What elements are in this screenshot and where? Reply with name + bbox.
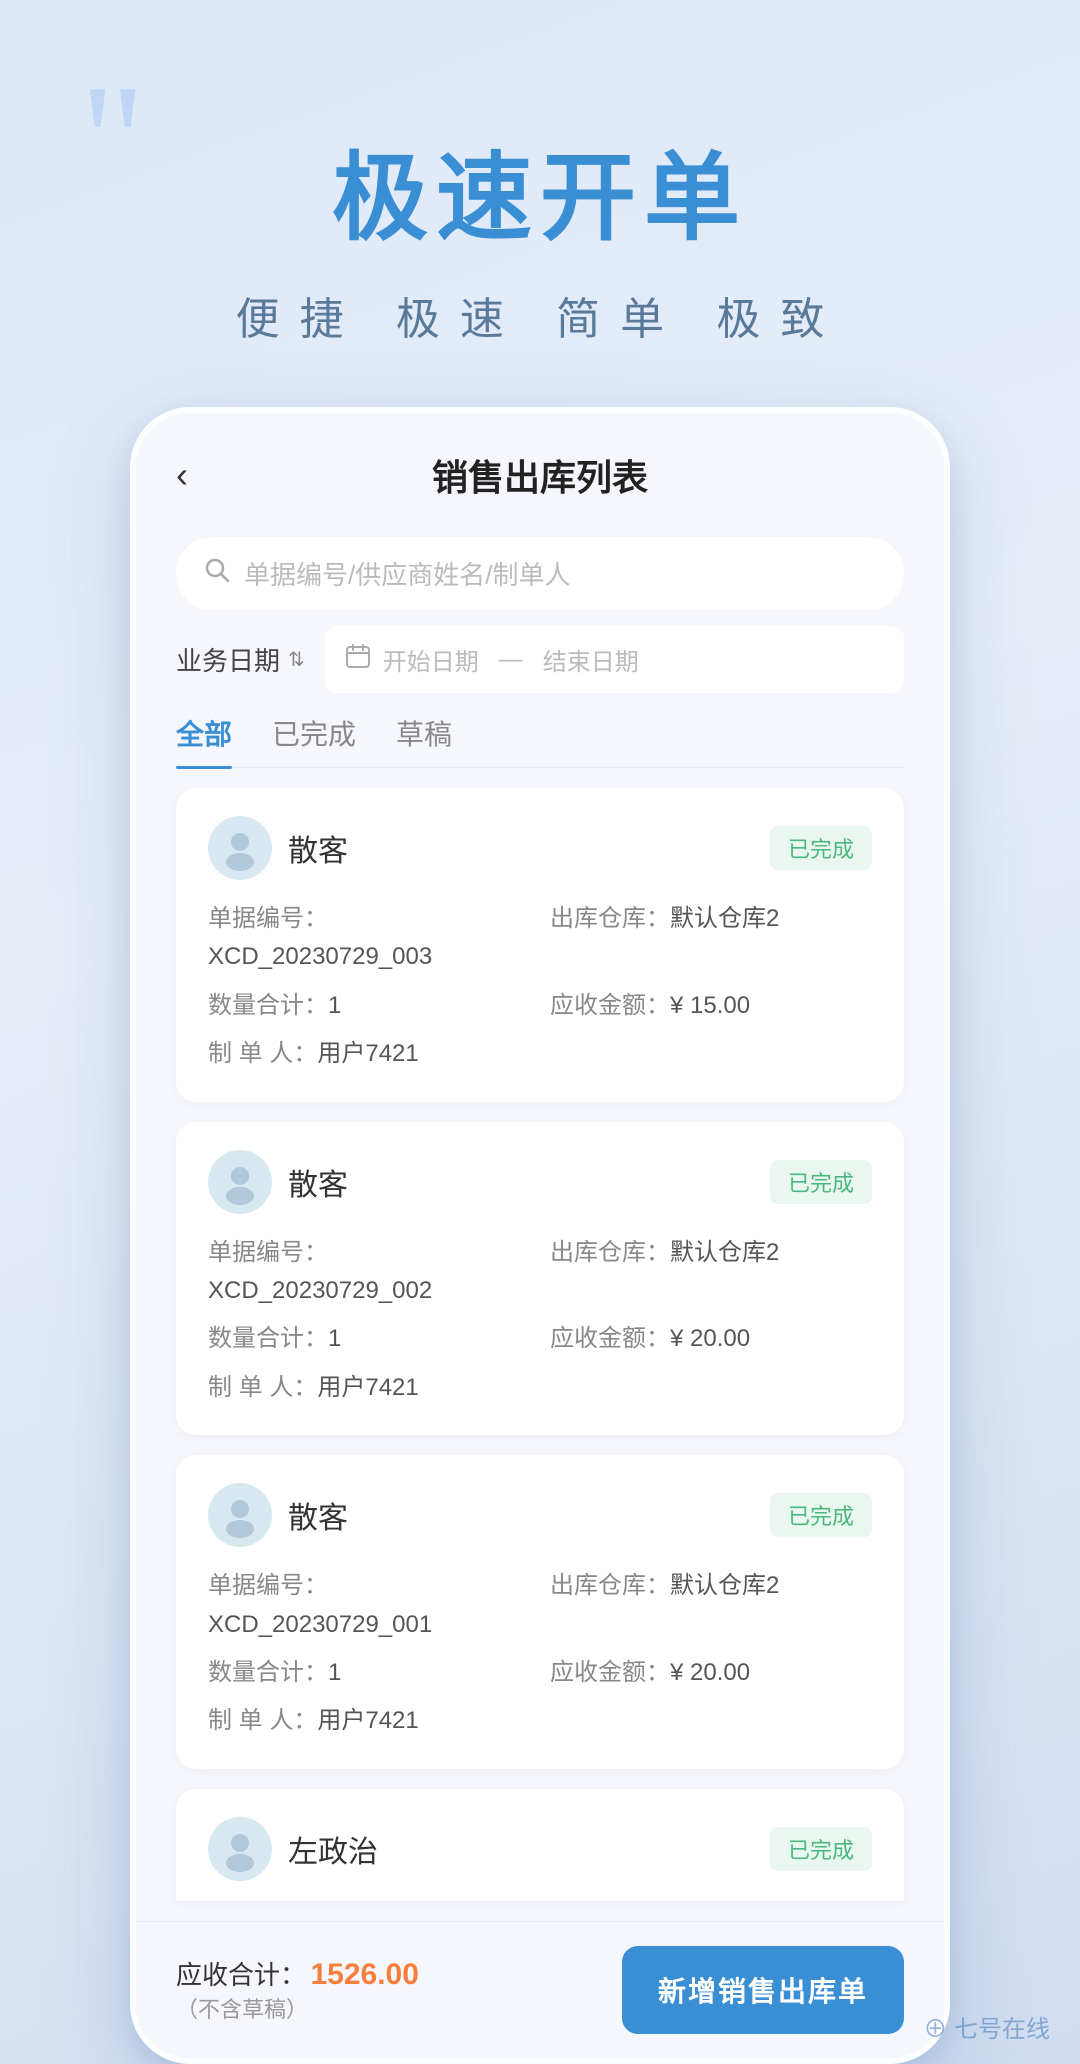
order-card-header: 散客 已完成 [208,816,872,880]
search-placeholder-text: 单据编号/供应商姓名/制单人 [244,555,570,592]
page-title: 销售出库列表 [432,449,648,501]
customer-info: 散客 [208,816,348,880]
maker-value: 用户7421 [317,1040,418,1067]
order-card-partial[interactable]: 左政治 已完成 [176,1789,904,1901]
status-badge: 已完成 [770,826,872,870]
order-card[interactable]: 散客 已完成 单据编号：XCD_20230729_002 出库仓库：默认仓库2 … [176,1122,904,1436]
warehouse-item: 出库仓库：默认仓库2 [550,900,872,977]
tab-draft[interactable]: 草稿 [396,713,452,767]
order-card-header: 散客 已完成 [208,1150,872,1214]
warehouse-item: 出库仓库：默认仓库2 [550,1567,872,1644]
add-order-button[interactable]: 新增销售出库单 [622,1946,904,2034]
app-content: ‹ 销售出库列表 单据编号/供应商姓名/制单人 业务日期 ⇅ [136,413,944,2058]
maker-label: 制 单 人： [208,1040,317,1067]
order-card[interactable]: 散客 已完成 单据编号：XCD_20230729_003 出库仓库：默认仓库2 … [176,788,904,1102]
hero-section: 极速开单 便捷 极速 简单 极致 [0,0,1080,407]
order-card-header: 散客 已完成 [208,1483,872,1547]
search-bar[interactable]: 单据编号/供应商姓名/制单人 [176,537,904,610]
tab-completed[interactable]: 已完成 [272,713,356,767]
amount-value: ¥ 15.00 [670,992,750,1019]
receivable-total: 应收合计： 1526.00 （不含草稿） [176,1955,419,2024]
customer-name-partial: 左政治 [288,1827,378,1871]
end-date-text: 结束日期 [543,642,639,677]
receivable-amount: 1526.00 [310,1958,418,1991]
status-badge-partial: 已完成 [770,1827,872,1871]
order-details: 单据编号：XCD_20230729_002 出库仓库：默认仓库2 数量合计：1 … [208,1234,872,1408]
doc-no-item: 单据编号： XCD_20230729_003 [208,900,530,977]
amount-label: 应收金额： [550,992,670,1019]
receivable-label: 应收合计： [176,1960,306,1990]
tab-all[interactable]: 全部 [176,713,232,767]
avatar [208,816,272,880]
customer-info: 散客 [208,1150,348,1214]
customer-name: 散客 [288,1493,348,1537]
order-card-header-partial: 左政治 已完成 [208,1817,872,1881]
maker-item: 制 单 人：用户7421 [208,1035,530,1073]
amount-item: 应收金额：¥ 20.00 [550,1654,872,1692]
customer-name: 散客 [288,826,348,870]
qty-item: 数量合计：1 [208,987,530,1025]
start-date-text: 开始日期 [383,642,479,677]
doc-no-item: 单据编号：XCD_20230729_002 [208,1234,530,1311]
customer-info-partial: 左政治 [208,1817,378,1881]
customer-name: 散客 [288,1160,348,1204]
filter-label-text: 业务日期 [176,641,280,678]
bottom-bar: 应收合计： 1526.00 （不含草稿） 新增销售出库单 [136,1921,944,2058]
maker-item: 制 单 人：用户7421 [208,1369,530,1407]
phone-mockup: ‹ 销售出库列表 单据编号/供应商姓名/制单人 业务日期 ⇅ [130,407,950,2064]
calendar-icon [345,643,371,676]
receivable-note: （不含草稿） [176,1992,419,2024]
order-details: 单据编号：XCD_20230729_001 出库仓库：默认仓库2 数量合计：1 … [208,1567,872,1741]
date-filter: 业务日期 ⇅ 开始日期 — 结束日期 [176,626,904,693]
tab-bar: 全部 已完成 草稿 [176,713,904,768]
amount-item: 应收金额：¥ 20.00 [550,1320,872,1358]
phone-container: ‹ 销售出库列表 单据编号/供应商姓名/制单人 业务日期 ⇅ [130,407,950,2064]
warehouse-label: 出库仓库： [550,905,670,932]
order-card[interactable]: 散客 已完成 单据编号：XCD_20230729_001 出库仓库：默认仓库2 … [176,1455,904,1769]
warehouse-item: 出库仓库：默认仓库2 [550,1234,872,1311]
amount-item: 应收金额：¥ 15.00 [550,987,872,1025]
search-icon [204,557,230,590]
receivable-label-row: 应收合计： 1526.00 [176,1955,419,1992]
qty-item: 数量合计：1 [208,1320,530,1358]
qty-item: 数量合计：1 [208,1654,530,1692]
qty-value: 1 [328,992,341,1019]
customer-info: 散客 [208,1483,348,1547]
app-header: ‹ 销售出库列表 [136,413,944,521]
warehouse-value: 默认仓库2 [670,905,779,932]
watermark: ⊕ 七号在线 [923,2009,1050,2044]
back-button[interactable]: ‹ [176,454,188,496]
doc-no-label: 单据编号： [208,905,328,932]
avatar-partial [208,1817,272,1881]
order-details: 单据编号：XCD_20230729_003 出库仓库：默认仓库2 数量合计：1 … [208,900,872,1074]
date-range-picker[interactable]: 开始日期 — 结束日期 [325,626,904,693]
maker-item: 制 单 人：用户7421 [208,1702,530,1740]
doc-no-value: XCD_20230729_003 [208,943,432,970]
hero-subtitle: 便捷 极速 简单 极致 [0,283,1080,347]
date-separator: — [499,646,523,674]
order-list: 散客 已完成 单据编号：XCD_20230729_003 出库仓库：默认仓库2 … [136,768,944,1921]
filter-label: 业务日期 ⇅ [176,641,305,678]
avatar [208,1483,272,1547]
status-badge: 已完成 [770,1160,872,1204]
avatar [208,1150,272,1214]
status-badge: 已完成 [770,1493,872,1537]
filter-sort-icon[interactable]: ⇅ [288,647,305,672]
hero-title: 极速开单 [0,120,1080,259]
qty-label: 数量合计： [208,992,328,1019]
doc-no-item: 单据编号：XCD_20230729_001 [208,1567,530,1644]
